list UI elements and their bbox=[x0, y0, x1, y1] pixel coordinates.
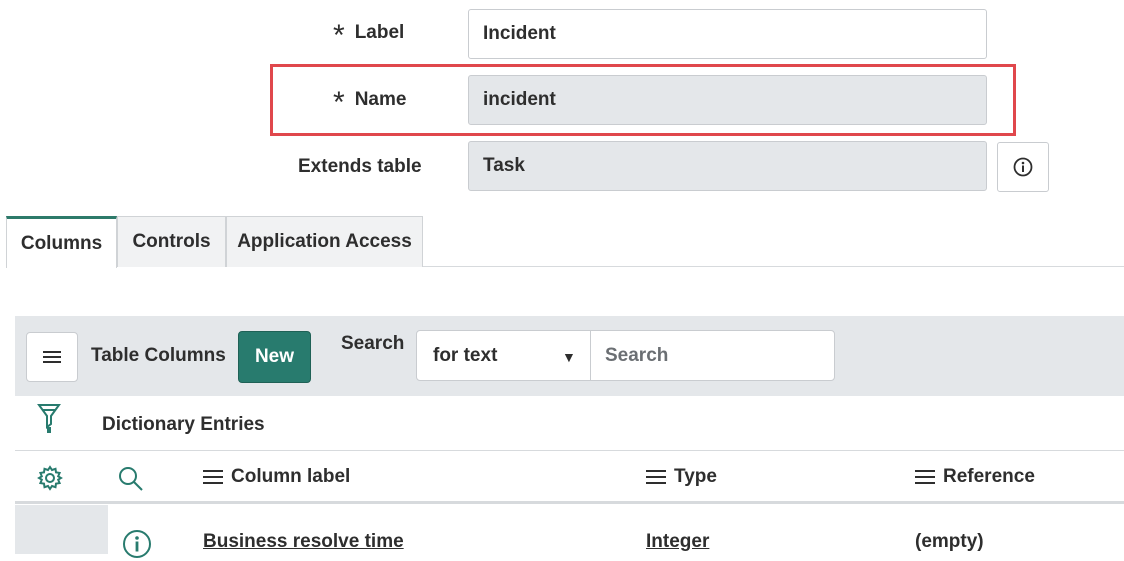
name-input-value: incident bbox=[483, 89, 556, 110]
row-select-gutter[interactable] bbox=[15, 505, 108, 554]
label-input-value: Incident bbox=[483, 23, 556, 44]
search-icon[interactable] bbox=[116, 464, 146, 494]
extends-table-value: Task bbox=[483, 155, 525, 176]
gear-icon[interactable] bbox=[36, 464, 64, 492]
label-input[interactable]: Incident bbox=[468, 9, 987, 59]
label-field-label: * Label bbox=[333, 21, 405, 51]
name-field-label: * Name bbox=[333, 88, 407, 118]
tab-controls-label: Controls bbox=[132, 231, 211, 252]
tab-application-access-label: Application Access bbox=[237, 231, 412, 252]
list-title: Table Columns bbox=[91, 345, 226, 366]
extends-table-info-button[interactable] bbox=[997, 142, 1049, 192]
list-context-menu-button[interactable] bbox=[26, 332, 78, 382]
extends-table-label: Extends table bbox=[298, 156, 422, 177]
column-header-reference[interactable]: Reference bbox=[915, 466, 1035, 488]
tab-controls[interactable]: Controls bbox=[117, 216, 226, 267]
column-header-label: Column label bbox=[231, 466, 351, 487]
column-header-type[interactable]: Type bbox=[646, 466, 717, 488]
column-menu-icon bbox=[203, 466, 223, 488]
breadcrumb[interactable]: Dictionary Entries bbox=[102, 414, 265, 436]
tab-columns[interactable]: Columns bbox=[6, 216, 117, 268]
column-header-label: Reference bbox=[943, 466, 1035, 487]
required-icon: * bbox=[333, 86, 345, 119]
table-cell-reference: (empty) bbox=[915, 531, 984, 552]
caret-down-icon: ▼ bbox=[562, 349, 576, 365]
table-cell-type[interactable]: Integer bbox=[646, 531, 709, 553]
name-input[interactable]: incident bbox=[468, 75, 987, 125]
search-field-selected: for text bbox=[433, 344, 498, 366]
filter-icon[interactable] bbox=[37, 402, 61, 434]
extends-table-input[interactable]: Task bbox=[468, 141, 987, 191]
column-header-column-label[interactable]: Column label bbox=[203, 466, 350, 488]
label-text: Label bbox=[354, 22, 405, 43]
search-label: Search bbox=[341, 333, 405, 354]
new-button[interactable]: New bbox=[238, 331, 311, 383]
info-icon bbox=[1013, 157, 1033, 177]
name-text: Name bbox=[354, 89, 407, 110]
column-menu-icon bbox=[915, 466, 935, 488]
column-header-label: Type bbox=[674, 466, 717, 487]
info-icon[interactable] bbox=[120, 527, 154, 561]
search-input[interactable] bbox=[590, 330, 835, 381]
tab-application-access[interactable]: Application Access bbox=[226, 216, 423, 267]
tab-columns-label: Columns bbox=[20, 232, 103, 254]
hamburger-icon bbox=[43, 348, 61, 366]
required-icon: * bbox=[333, 19, 345, 52]
table-cell-column-label[interactable]: Business resolve time bbox=[203, 531, 404, 553]
column-menu-icon bbox=[646, 466, 666, 488]
search-field-select[interactable]: for text ▼ bbox=[416, 330, 591, 381]
